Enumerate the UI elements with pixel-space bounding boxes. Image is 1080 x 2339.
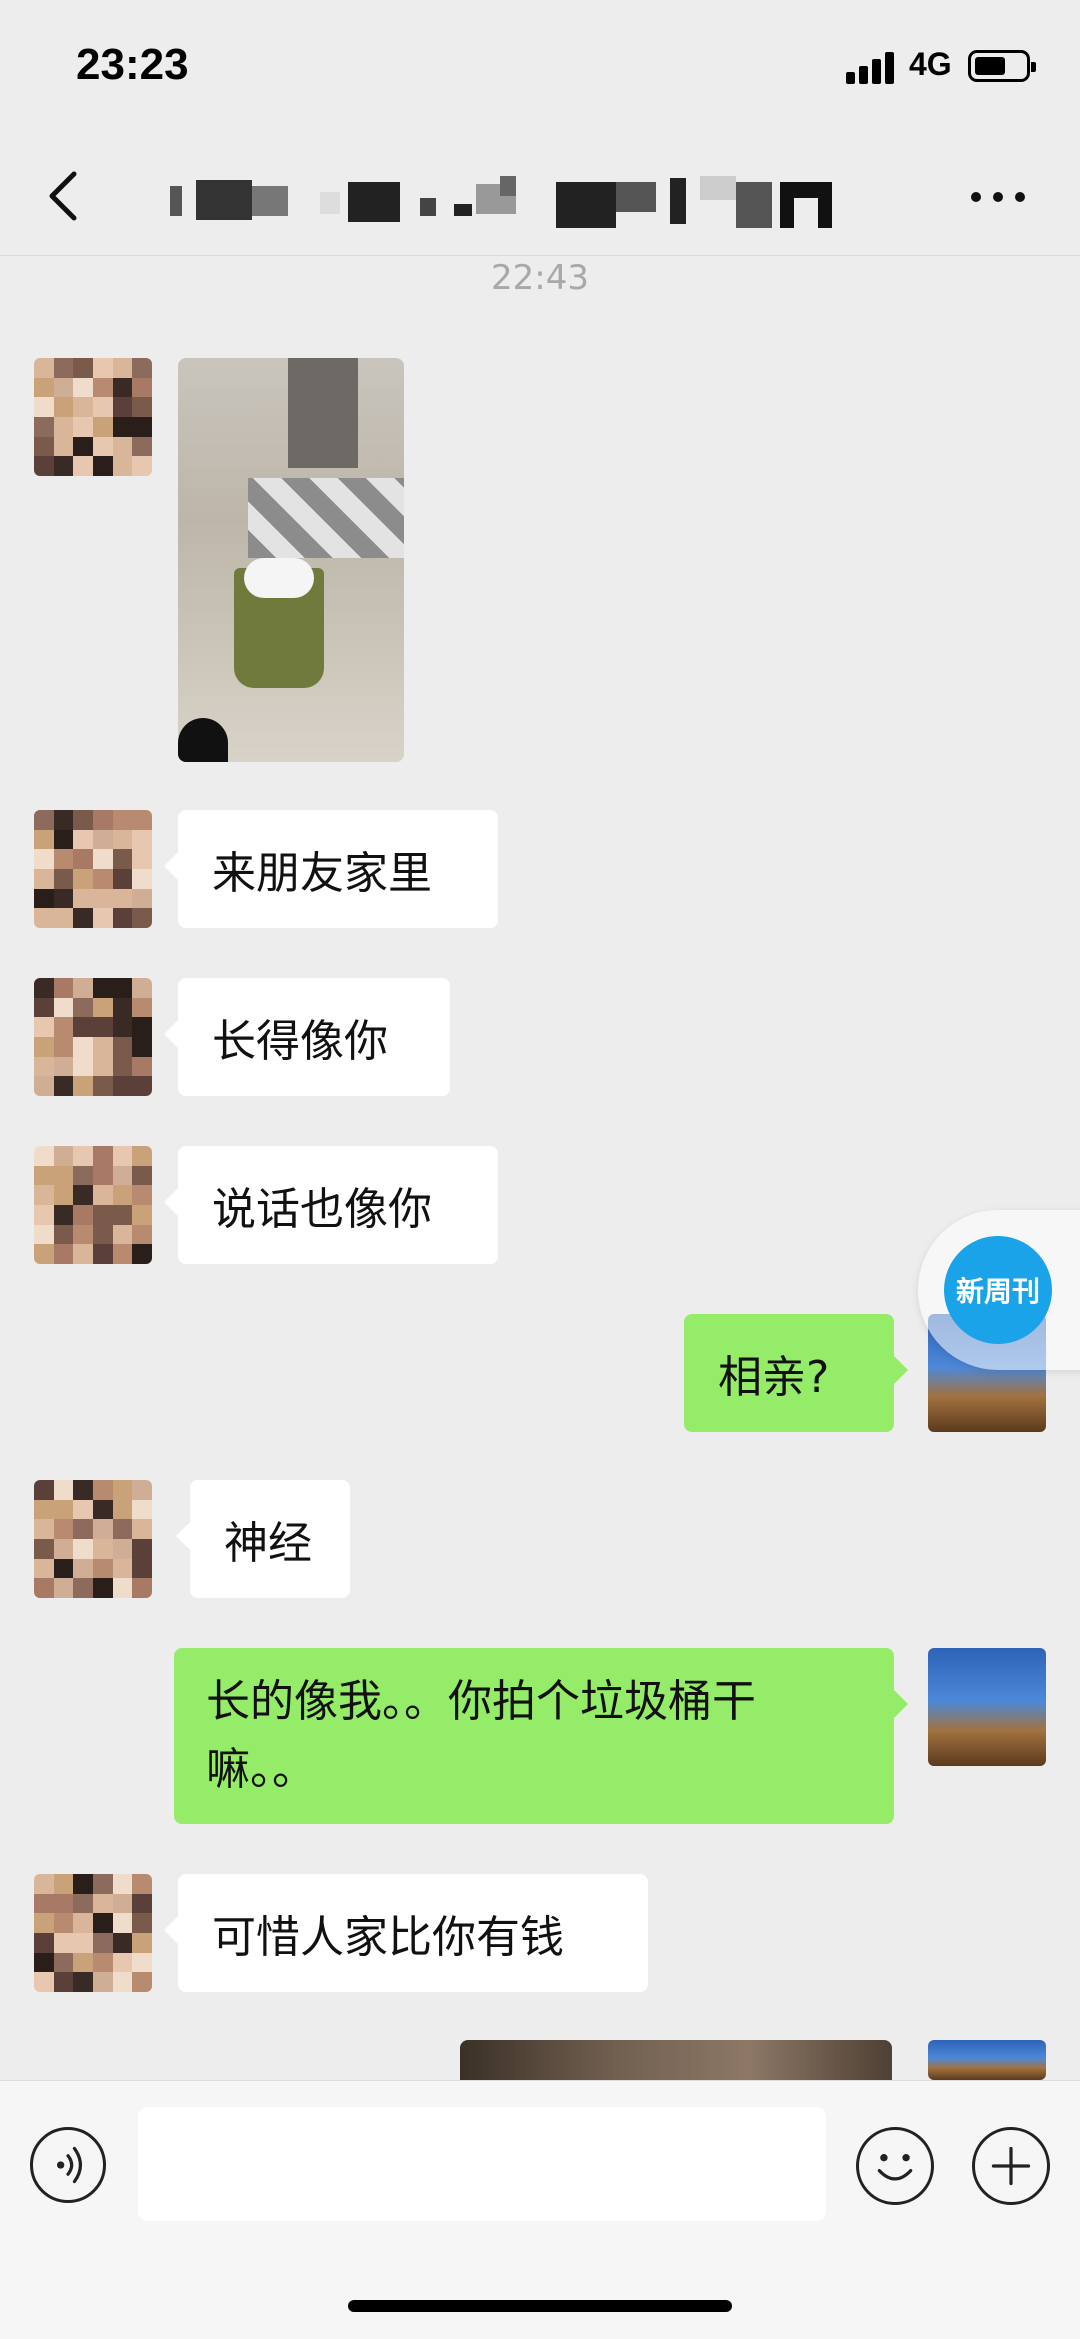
message-input[interactable] [138, 2107, 826, 2221]
avatar[interactable] [34, 810, 152, 928]
home-indicator[interactable] [348, 2300, 732, 2312]
signal-icon [846, 50, 898, 84]
message-bubble-incoming[interactable]: 来朋友家里 [164, 810, 498, 928]
emoji-icon[interactable] [856, 2127, 934, 2205]
message-image[interactable] [460, 2040, 892, 2080]
my-avatar[interactable] [928, 1648, 1046, 1766]
avatar[interactable] [34, 1480, 152, 1598]
chevron-left-icon[interactable] [44, 170, 84, 222]
message-bubble-outgoing[interactable]: 长的像我。。你拍个垃圾桶干嘛。。 [174, 1648, 908, 1824]
avatar[interactable] [34, 978, 152, 1096]
more-dots-icon[interactable] [968, 182, 1028, 212]
my-avatar[interactable] [928, 2040, 1046, 2080]
message-bubble-incoming[interactable]: 长得像你 [164, 978, 450, 1096]
plus-icon[interactable] [972, 2127, 1050, 2205]
message-bubble-incoming[interactable]: 可惜人家比你有钱 [164, 1874, 648, 1992]
watermark-text: 新周刊 [944, 1236, 1052, 1344]
chat-timestamp: 22:43 [491, 258, 589, 298]
watermark-logo: 新周刊 [918, 1210, 1080, 1370]
avatar[interactable] [34, 1146, 152, 1264]
battery-icon [968, 50, 1036, 82]
message-image[interactable] [178, 358, 404, 762]
message-bubble-incoming[interactable]: 神经 [176, 1480, 350, 1598]
network-type: 4G [909, 46, 952, 82]
message-bubble-outgoing[interactable]: 相亲? [684, 1314, 908, 1432]
voice-icon[interactable] [30, 2127, 106, 2203]
chat-header [0, 140, 1080, 256]
status-time: 23:23 [76, 40, 189, 89]
chat-title-redacted [170, 172, 860, 232]
avatar[interactable] [34, 358, 152, 476]
avatar[interactable] [34, 1874, 152, 1992]
message-bubble-incoming[interactable]: 说话也像你 [164, 1146, 498, 1264]
status-bar: 23:23 4G [0, 0, 1080, 140]
